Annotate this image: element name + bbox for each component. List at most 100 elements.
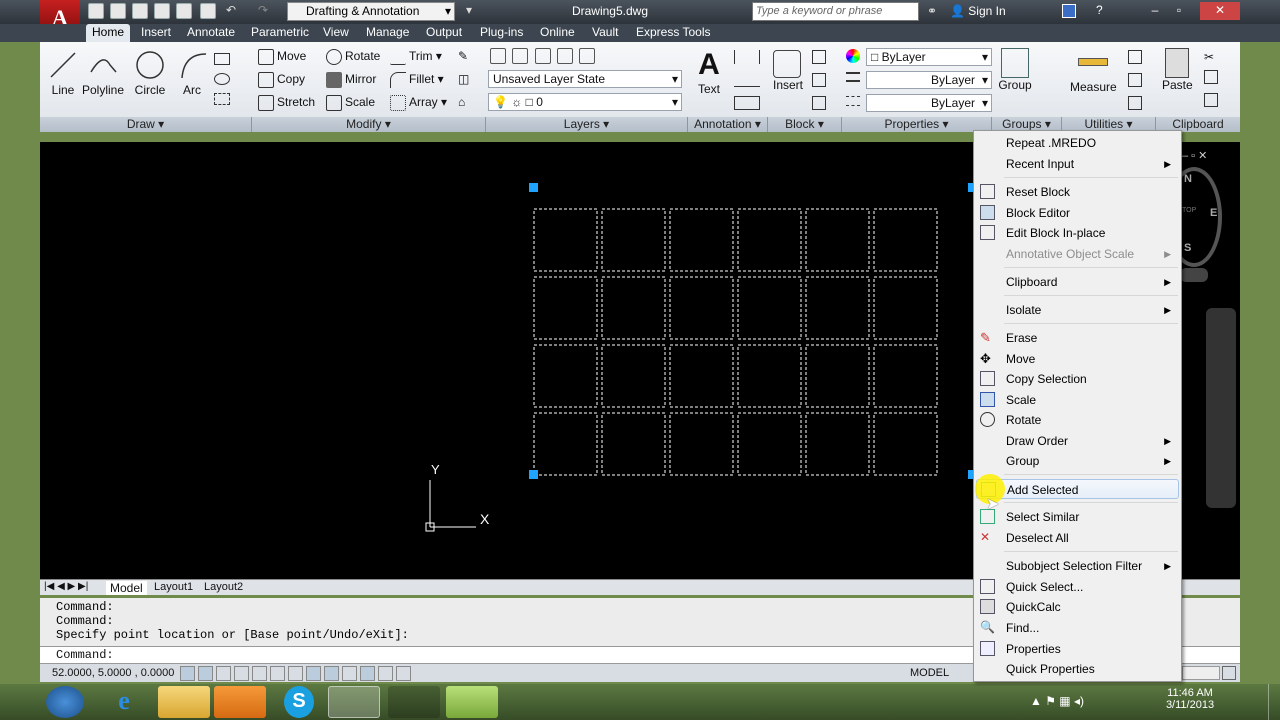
app-icon[interactable] — [446, 686, 498, 718]
qat-dropdown-icon[interactable]: ▾ — [466, 3, 472, 17]
measure-tool[interactable]: Measure — [1070, 52, 1117, 94]
select-all-icon[interactable] — [1128, 73, 1142, 87]
panel-draw[interactable]: Draw ▾ — [40, 117, 252, 132]
menu-item-group[interactable]: Group ▶ — [976, 451, 1179, 471]
panel-block[interactable]: Block ▾ — [768, 117, 842, 132]
stretch-button[interactable]: Stretch — [258, 95, 315, 111]
region-icon[interactable] — [214, 93, 230, 105]
infer-constraints-icon[interactable] — [180, 666, 195, 681]
navigation-bar[interactable] — [1206, 308, 1236, 508]
tab-layout1[interactable]: Layout1 — [150, 581, 197, 593]
cut-icon[interactable]: ✂ — [1204, 50, 1220, 64]
color-wheel-icon[interactable] — [846, 49, 860, 63]
selection-cycling-icon[interactable] — [396, 666, 411, 681]
layer-isolate-icon[interactable] — [534, 48, 551, 64]
panel-annotation[interactable]: Annotation ▾ — [688, 117, 768, 132]
scale-button[interactable]: Scale — [326, 95, 375, 111]
internet-explorer-icon[interactable]: e — [98, 686, 150, 718]
menu-item-move[interactable]: ✥ Move — [976, 349, 1179, 369]
group-tool[interactable]: Group — [998, 48, 1032, 92]
object-snap-tracking-icon[interactable] — [306, 666, 321, 681]
move-button[interactable]: Move — [258, 49, 306, 65]
menu-item-recent-input[interactable]: Recent Input ▶ — [976, 154, 1179, 174]
linetype-dropdown[interactable]: ByLayer ▾ — [866, 94, 992, 112]
redo-icon[interactable]: ↷ — [258, 3, 268, 17]
clock[interactable]: 11:46 AM 3/11/2013 — [1160, 687, 1220, 711]
menu-item-rotate[interactable]: Rotate — [976, 410, 1179, 430]
help-icon[interactable]: ? — [1096, 3, 1103, 17]
camtasia-icon[interactable] — [388, 686, 440, 718]
tab-scroll-arrows[interactable]: |◀ ◀ ▶ ▶| — [44, 581, 88, 592]
tab-insert[interactable]: Insert — [135, 24, 177, 42]
menu-item-quick-select[interactable]: Quick Select... — [976, 577, 1179, 597]
tab-view[interactable]: View — [317, 24, 355, 42]
copy-button[interactable]: Copy — [258, 72, 305, 88]
workspace-selector[interactable]: Drafting & Annotation ▾ — [287, 2, 455, 21]
text-tool[interactable]: A Text — [696, 48, 722, 96]
binoculars-icon[interactable]: ⚭ — [927, 4, 937, 18]
insert-tool[interactable]: Insert — [773, 50, 803, 92]
line-tool[interactable]: Line — [48, 50, 78, 97]
quick-select-icon[interactable] — [1128, 50, 1142, 64]
tab-manage[interactable]: Manage — [360, 24, 415, 42]
menu-item-clipboard[interactable]: Clipboard ▶ — [976, 272, 1179, 292]
lineweight-dropdown[interactable]: ByLayer ▾ — [866, 71, 992, 89]
dynamic-input-icon[interactable] — [342, 666, 357, 681]
menu-item-erase[interactable]: ✎ Erase — [976, 328, 1179, 348]
rectangle-icon[interactable] — [214, 53, 230, 65]
maximize-button[interactable]: ▫ — [1167, 2, 1191, 20]
menu-item-add-selected[interactable]: Add Selected — [976, 479, 1179, 499]
circle-tool[interactable]: Circle — [134, 50, 166, 97]
menu-item-copy-selection[interactable]: Copy Selection — [976, 369, 1179, 389]
menu-item-properties[interactable]: Properties — [976, 639, 1179, 659]
rotate-button[interactable]: Rotate — [326, 49, 380, 65]
media-player-icon[interactable] — [214, 686, 266, 718]
autocad-taskbar-icon[interactable] — [328, 686, 380, 718]
array-button[interactable]: Array ▾ — [390, 95, 447, 111]
plot-icon[interactable] — [176, 3, 192, 19]
tab-layout2[interactable]: Layout2 — [200, 581, 247, 593]
copy-clip-icon[interactable] — [1204, 70, 1218, 84]
tab-home[interactable]: Home — [86, 24, 131, 42]
model-space-button[interactable]: MODEL — [910, 667, 949, 679]
match-properties-icon[interactable] — [1204, 93, 1218, 107]
transparency-icon[interactable] — [378, 666, 393, 681]
layer-freeze-icon[interactable] — [557, 48, 574, 64]
color-dropdown[interactable]: □ ByLayer ▾ — [866, 48, 992, 66]
grid-display-icon[interactable] — [216, 666, 231, 681]
mirror-button[interactable]: Mirror — [326, 72, 376, 88]
paste-tool[interactable]: Paste — [1162, 48, 1193, 92]
clean-screen-icon[interactable] — [1222, 666, 1236, 680]
menu-item-draw-order[interactable]: Draw Order ▶ — [976, 431, 1179, 451]
viewcube-top-face[interactable]: TOP — [1182, 207, 1196, 214]
layer-dropdown[interactable]: 💡 ☼ □ 0 ▾ — [488, 93, 682, 111]
menu-item-isolate[interactable]: Isolate ▶ — [976, 300, 1179, 320]
show-desktop-button[interactable] — [1268, 684, 1280, 720]
dynamic-ucs-icon[interactable] — [324, 666, 339, 681]
tab-annotate[interactable]: Annotate — [181, 24, 241, 42]
start-button[interactable] — [46, 686, 84, 718]
calculator-icon[interactable] — [1128, 96, 1142, 110]
linetype-icon[interactable] — [846, 96, 860, 106]
close-button[interactable]: ✕ — [1200, 2, 1240, 20]
menu-item-quickcalc[interactable]: QuickCalc — [976, 597, 1179, 617]
panel-layers[interactable]: Layers ▾ — [486, 117, 688, 132]
search-input[interactable]: Type a keyword or phrase — [752, 2, 919, 21]
menu-item-repeat[interactable]: Repeat .MREDO — [976, 133, 1179, 153]
layer-properties-icon[interactable] — [490, 48, 506, 64]
tab-plugins[interactable]: Plug-ins — [474, 24, 529, 42]
menu-item-reset-block[interactable]: Reset Block — [976, 182, 1179, 202]
system-tray-icons[interactable]: ▲ ⚑ ▦ ◂) — [1030, 694, 1084, 708]
menu-item-edit-block-inplace[interactable]: Edit Block In-place — [976, 223, 1179, 243]
draw-extra-tools[interactable] — [214, 50, 244, 110]
polar-tracking-icon[interactable] — [252, 666, 267, 681]
skype-icon[interactable]: S — [284, 686, 314, 718]
wcs-menu[interactable] — [1180, 268, 1208, 282]
menu-item-scale[interactable]: Scale — [976, 390, 1179, 410]
layer-lock-icon[interactable] — [579, 48, 596, 64]
table-icon[interactable] — [734, 96, 760, 110]
tab-vault[interactable]: Vault — [586, 24, 624, 42]
tab-model[interactable]: Model — [106, 581, 147, 595]
file-explorer-icon[interactable] — [158, 686, 210, 718]
panel-properties[interactable]: Properties ▾ — [842, 117, 992, 132]
